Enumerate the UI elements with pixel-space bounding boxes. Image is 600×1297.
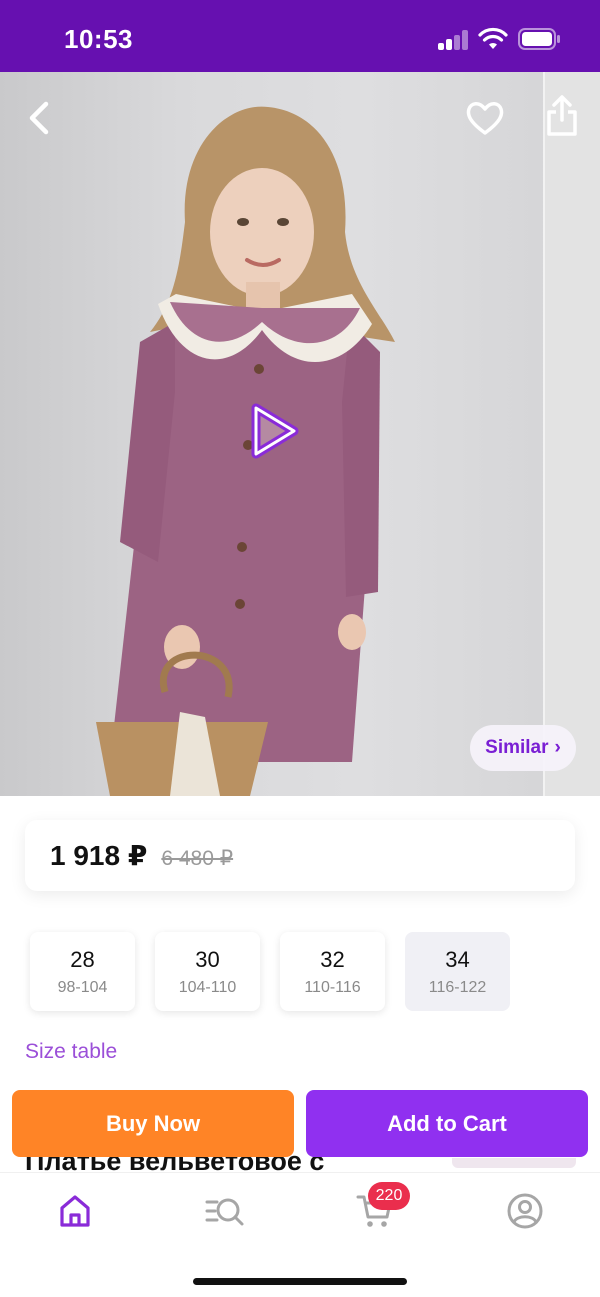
old-price: 6 480 ₽ (161, 847, 234, 870)
status-time: 10:53 (64, 24, 133, 54)
size-table-link[interactable]: Size table (25, 1040, 117, 1064)
similar-button[interactable]: Similar › (470, 725, 576, 771)
cart-count-badge: 220 (368, 1182, 410, 1210)
size-number: 34 (445, 946, 470, 972)
chevron-right-icon: › (554, 737, 561, 758)
wifi-icon (478, 27, 508, 49)
size-option-30[interactable]: 30 104-110 (155, 932, 260, 1011)
size-option-32[interactable]: 32 110-116 (280, 932, 385, 1011)
hidden-tag-peek (452, 1158, 576, 1168)
current-price: 1 918 ₽ (50, 840, 148, 871)
next-image-peek (543, 72, 600, 796)
size-number: 32 (320, 946, 345, 972)
price-card: 1 918 ₽ 6 480 ₽ (25, 820, 575, 891)
size-height-range: 110-116 (304, 978, 361, 996)
cellular-signal-icon (438, 30, 470, 50)
profile-icon[interactable] (505, 1191, 545, 1231)
share-icon[interactable] (544, 94, 580, 138)
size-number: 28 (70, 946, 95, 972)
size-number: 30 (195, 946, 220, 972)
size-height-range: 104-110 (178, 978, 237, 996)
catalog-search-icon[interactable] (205, 1191, 245, 1231)
size-height-range: 116-122 (428, 978, 487, 996)
size-option-34[interactable]: 34 116-122 (405, 932, 510, 1011)
size-selector: 28 98-104 30 104-110 32 110-116 34 116-1… (30, 932, 510, 1011)
product-image-gallery[interactable] (0, 72, 600, 796)
back-icon[interactable] (22, 96, 56, 140)
size-height-range: 98-104 (57, 978, 108, 996)
home-icon[interactable] (55, 1191, 95, 1231)
add-to-cart-button[interactable]: Add to Cart (306, 1090, 588, 1157)
similar-label: Similar (485, 737, 549, 758)
status-bar: 10:53 (0, 0, 600, 72)
buy-now-button[interactable]: Buy Now (12, 1090, 294, 1157)
play-video-icon[interactable] (246, 402, 302, 460)
battery-icon (518, 28, 560, 50)
home-indicator (193, 1278, 407, 1285)
heart-icon[interactable] (464, 98, 506, 138)
size-option-28[interactable]: 28 98-104 (30, 932, 135, 1011)
